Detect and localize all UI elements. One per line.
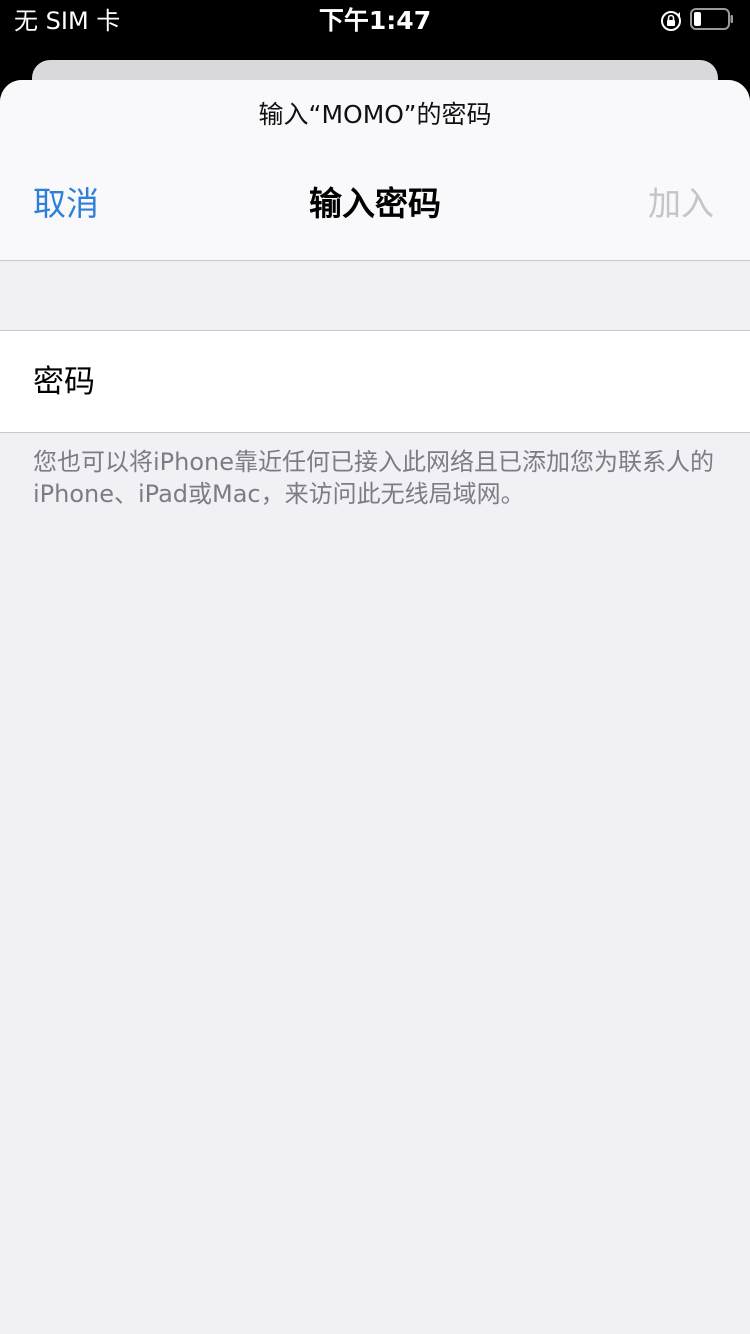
network-prompt: 输入“MOMO”的密码 [258, 100, 492, 129]
password-label: 密码 [33, 364, 95, 400]
join-button[interactable]: 加入 [648, 182, 714, 226]
status-bar: 无 SIM 卡 下午1:47 [0, 0, 750, 40]
password-row[interactable]: 密码 [0, 330, 750, 433]
footnote-text: 您也可以将iPhone靠近任何已接入此网络且已添加您为联系人的iPhone、iP… [33, 448, 715, 508]
password-sheet: 输入“MOMO”的密码 取消 输入密码 加入 密码 您也可以将iPhone靠近任… [0, 80, 750, 1334]
navigation-bar: 输入“MOMO”的密码 取消 输入密码 加入 [0, 80, 750, 261]
battery-low-icon [690, 8, 733, 30]
password-input[interactable] [150, 353, 724, 413]
status-time: 下午1:47 [318, 6, 432, 35]
screen: 无 SIM 卡 下午1:47 输入“MOMO”的密码 取消 输入密码 加入 密码… [0, 0, 750, 1334]
rotation-lock-icon [661, 11, 681, 31]
page-title: 输入密码 [309, 184, 441, 223]
